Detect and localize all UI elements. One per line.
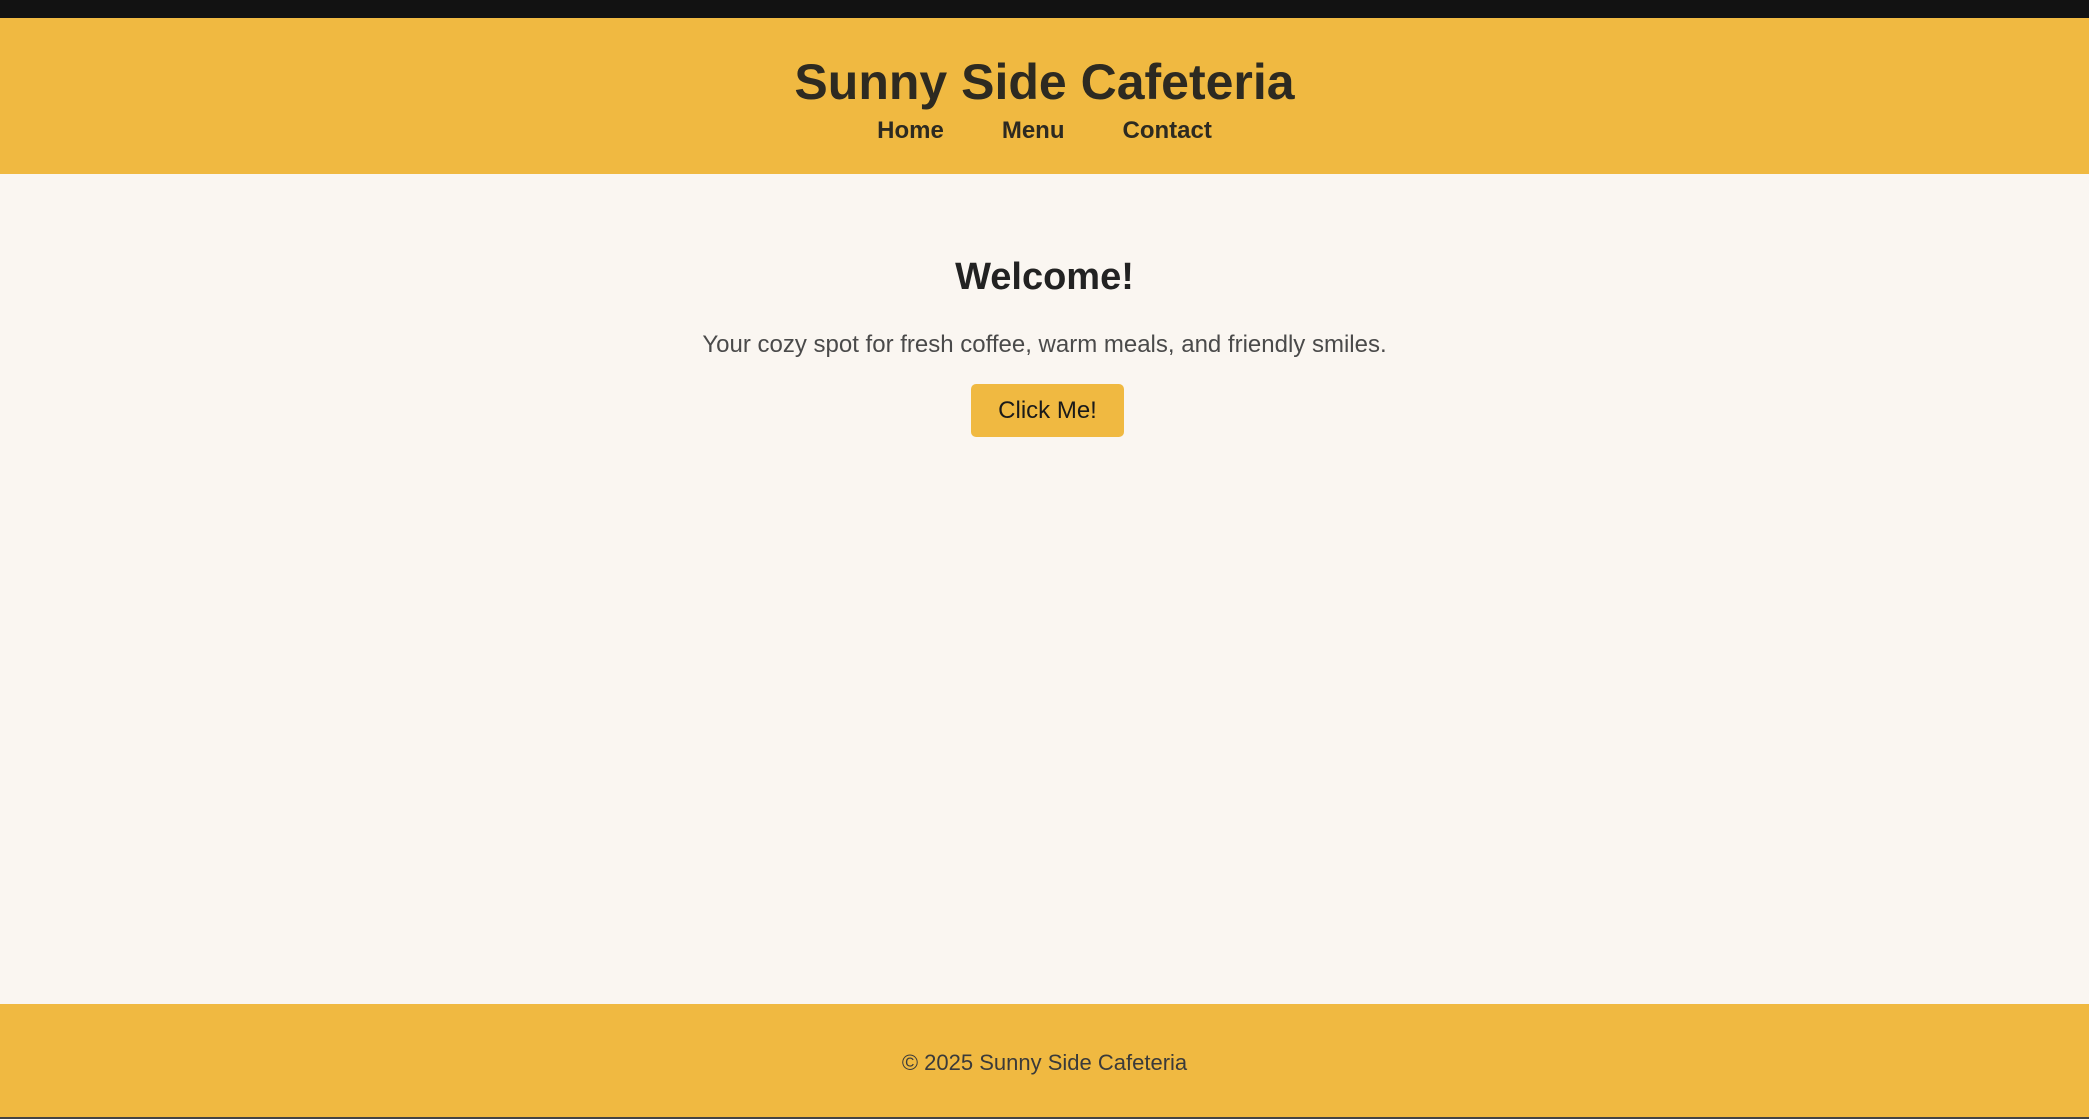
- nav-link-contact[interactable]: Contact: [1123, 116, 1212, 146]
- main-nav: Home Menu Contact: [0, 116, 2089, 146]
- site-footer: © 2025 Sunny Side Cafeteria: [0, 1004, 2089, 1117]
- nav-link-menu[interactable]: Menu: [1002, 116, 1065, 146]
- tagline-text: Your cozy spot for fresh coffee, warm me…: [702, 331, 1387, 358]
- nav-link-home[interactable]: Home: [877, 116, 944, 146]
- footer-copyright: © 2025 Sunny Side Cafeteria: [901, 1050, 1188, 1075]
- site-title: Sunny Side Cafeteria: [794, 54, 1295, 110]
- site-header: Sunny Side Cafeteria Home Menu Contact: [0, 18, 2089, 174]
- window-top-edge: [0, 0, 2089, 18]
- main-content: Welcome! Your cozy spot for fresh coffee…: [0, 174, 2089, 1004]
- click-me-button[interactable]: Click Me!: [971, 384, 1124, 437]
- welcome-heading: Welcome!: [955, 256, 1134, 298]
